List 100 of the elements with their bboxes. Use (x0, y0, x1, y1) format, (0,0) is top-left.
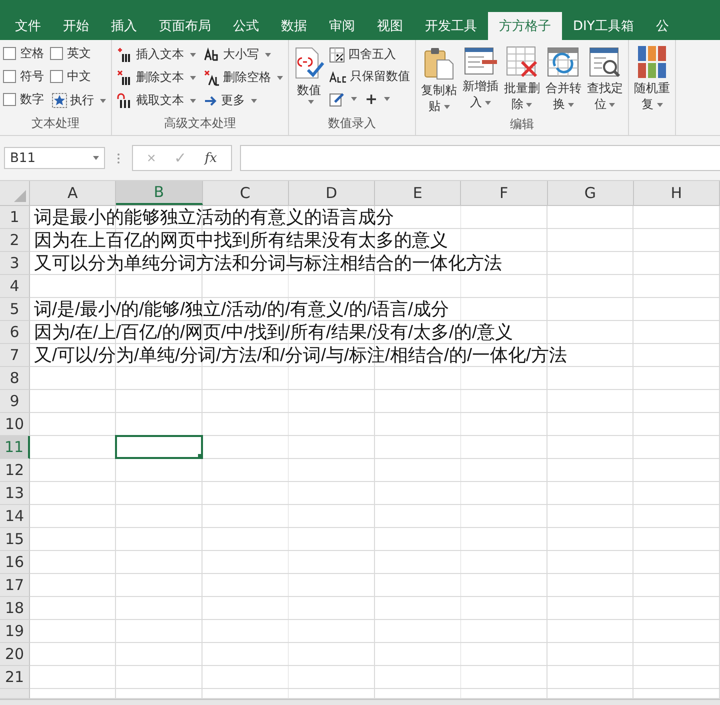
ribbon-button[interactable]: 只保留数值 (327, 66, 412, 87)
delete-text-icon (117, 70, 133, 86)
caret-icon (444, 104, 450, 109)
checkbox[interactable]: 中文 (50, 67, 108, 86)
checkbox-box[interactable] (3, 47, 16, 60)
formula-input[interactable] (240, 145, 720, 171)
row-header[interactable]: 9 (0, 390, 30, 413)
ribbon-tab[interactable]: 开始 (52, 12, 100, 40)
percent-grid-icon (329, 46, 345, 62)
ribbon-tab[interactable]: 视图 (366, 12, 414, 40)
ribbon-button[interactable]: 数值 (292, 44, 326, 106)
insert-function-button[interactable]: fx (198, 150, 223, 166)
triangle-icon (14, 190, 26, 202)
ribbon-button[interactable]: 随机重复 (632, 44, 672, 114)
row-header[interactable]: 18 (0, 597, 30, 620)
ribbon-tab[interactable]: 文件 (4, 12, 52, 40)
pencil-icon (329, 90, 345, 106)
checkbox[interactable]: 符号 (3, 67, 44, 86)
letters-icon (329, 70, 347, 82)
group-label: 编辑 (508, 116, 535, 133)
checkbox-box[interactable] (3, 70, 16, 83)
group-label: 数值录入 (327, 115, 377, 132)
row-header[interactable]: 6 (0, 321, 30, 344)
group-label: 高级文本处理 (163, 115, 237, 132)
column-header[interactable]: B (116, 181, 202, 205)
arrow-icon (204, 94, 218, 108)
run-button[interactable]: 执行 (50, 90, 108, 111)
checkbox-box[interactable] (3, 93, 16, 106)
row-header[interactable]: 16 (0, 551, 30, 574)
row-header[interactable]: 10 (0, 413, 30, 436)
ribbon-button[interactable]: 截取文本 (115, 90, 198, 111)
ribbon-button[interactable]: 批量删除 (502, 44, 542, 114)
row-header[interactable]: 17 (0, 574, 30, 597)
ribbon-button[interactable]: 插入文本 (115, 44, 198, 65)
table-arrows-icon (547, 46, 580, 78)
table-magnifier-icon (588, 46, 621, 78)
row-header[interactable]: 3 (0, 252, 30, 275)
cell-text: 因为/在/上/百亿/的/网页/中/找到/所有/结果/没有/太多/的/意义 (34, 321, 514, 343)
ribbon-tab[interactable]: 公 (644, 12, 680, 40)
checkbox-box[interactable] (50, 70, 63, 83)
row-header[interactable]: 15 (0, 528, 30, 551)
group-label: 文本处理 (30, 115, 80, 132)
row-header[interactable]: 7 (0, 344, 30, 367)
column-header[interactable]: H (634, 181, 720, 205)
column-header[interactable]: G (548, 181, 634, 205)
add-menu-button[interactable]: + (363, 88, 392, 109)
checkbox[interactable]: 空格 (3, 44, 44, 63)
ribbon-button[interactable]: 四舍五入 (327, 44, 412, 65)
caret-icon (190, 52, 196, 56)
ribbon-button[interactable]: 复制粘贴 (419, 44, 460, 116)
ribbon-tab[interactable]: 插入 (100, 12, 148, 40)
ribbon-button[interactable]: 更多 (202, 90, 285, 111)
caret-icon (485, 100, 492, 105)
row-header[interactable]: 5 (0, 298, 30, 321)
caret-icon (384, 96, 390, 100)
name-box[interactable]: B11 (4, 147, 105, 169)
checkbox-box[interactable] (50, 47, 63, 60)
caret-icon (265, 52, 271, 56)
row-header[interactable]: 12 (0, 459, 30, 482)
caret-icon (251, 98, 257, 102)
caret-icon (100, 98, 106, 102)
ribbon-button[interactable]: 删除空格 (202, 67, 285, 88)
column-header[interactable]: C (202, 181, 289, 205)
caret-icon (609, 102, 616, 107)
ribbon-tab[interactable]: 方方格子 (488, 12, 562, 40)
ribbon-button[interactable]: 大小写 (202, 44, 285, 65)
row-header[interactable]: 8 (0, 367, 30, 390)
row-header[interactable]: 1 (0, 206, 30, 229)
row-header[interactable]: 13 (0, 482, 30, 505)
checkbox[interactable]: 英文 (50, 44, 108, 63)
row-header[interactable]: 21 (0, 666, 30, 689)
ribbon-tab[interactable]: DIY工具箱 (562, 12, 645, 40)
cell-text: 词/是/最小/的/能够/独立/活动/的/有意义/的/语言/成分 (34, 298, 450, 320)
cell-text: 又可以分为单纯分词方法和分词与标注相结合的一体化方法 (34, 252, 502, 274)
column-header[interactable]: E (375, 181, 462, 205)
caret-icon (526, 102, 532, 107)
ribbon-button[interactable]: 查找定位 (584, 44, 625, 114)
caret-icon (190, 76, 196, 80)
row-header[interactable]: 11 (0, 436, 30, 459)
ribbon-button[interactable]: 合并转换 (543, 44, 584, 114)
ribbon-tab[interactable]: 开发工具 (414, 12, 488, 40)
row-header[interactable]: 14 (0, 505, 30, 528)
row-header[interactable]: 19 (0, 620, 30, 643)
checkbox[interactable]: 数字 (3, 90, 44, 109)
ribbon-tab[interactable]: 数据 (270, 12, 318, 40)
ribbon-button[interactable]: 新增插入 (460, 44, 501, 112)
column-header[interactable]: F (461, 181, 548, 205)
selected-cell[interactable] (115, 435, 202, 459)
ribbon-tab[interactable]: 页面布局 (148, 12, 222, 40)
insert-text-icon (117, 46, 133, 62)
ribbon-button[interactable]: 删除文本 (115, 67, 198, 88)
row-header[interactable]: 4 (0, 275, 30, 298)
caret-icon (656, 102, 663, 107)
letters-icon (204, 46, 220, 62)
row-header[interactable]: 20 (0, 643, 30, 666)
column-header[interactable]: D (288, 181, 375, 205)
ribbon-tab[interactable]: 公式 (222, 12, 270, 40)
ribbon-tab[interactable]: 审阅 (318, 12, 366, 40)
caret-icon (308, 100, 314, 104)
row-header[interactable]: 2 (0, 229, 30, 252)
